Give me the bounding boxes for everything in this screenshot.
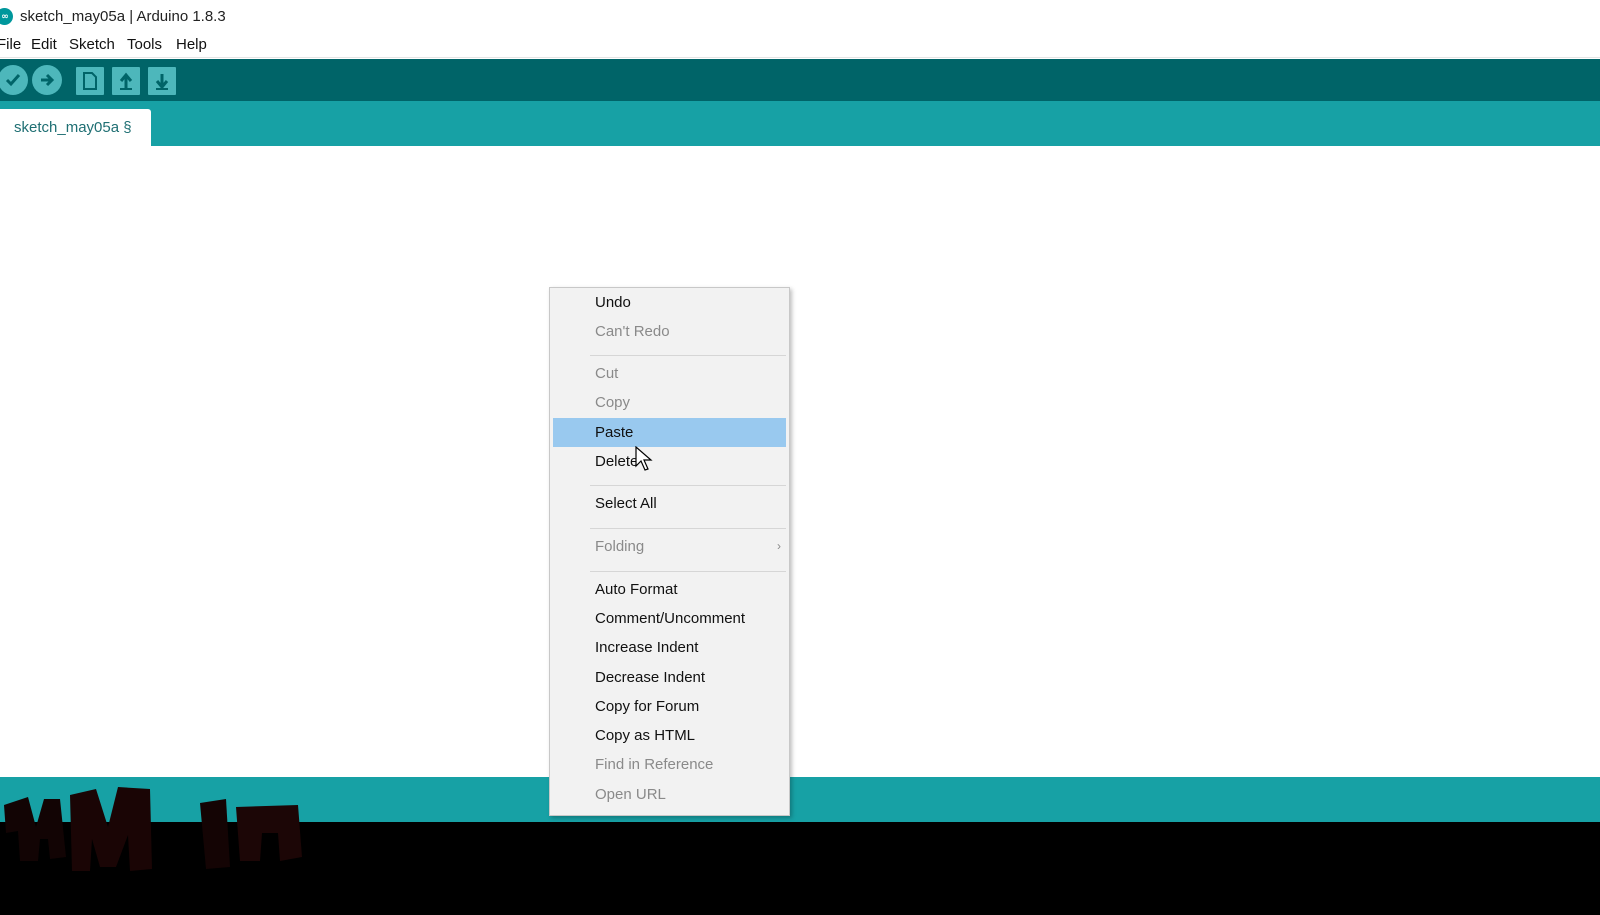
menu-item-undo[interactable]: Undo [553,288,786,317]
menu-separator [590,528,786,529]
verify-button[interactable] [0,65,28,95]
menu-item-label: Copy as HTML [595,727,696,744]
menu-edit[interactable]: Edit [31,36,57,53]
menu-item-select-all[interactable]: Select All [553,489,786,518]
menu-item-label: Increase Indent [595,639,699,656]
menu-item-label: Open URL [595,786,666,803]
menu-item-label: Undo [595,294,631,311]
save-button[interactable] [148,67,176,95]
menu-separator [590,355,786,356]
arrow-up-icon [119,72,133,90]
code-editor[interactable] [0,146,1600,777]
menu-item-label: Can't Redo [595,323,670,340]
menu-item-decrease-indent[interactable]: Decrease Indent [553,663,786,692]
menu-item-folding: Folding › [553,532,786,561]
menu-item-label: Copy for Forum [595,698,700,715]
menu-item-label: Auto Format [595,581,678,598]
menu-item-increase-indent[interactable]: Increase Indent [553,633,786,662]
menu-item-copy-as-html[interactable]: Copy as HTML [553,721,786,750]
new-file-icon [83,72,97,90]
menu-item-label: Decrease Indent [595,669,706,686]
menu-item-cant-redo: Can't Redo [553,317,786,346]
menu-help[interactable]: Help [176,36,207,53]
arrow-right-icon [41,73,55,87]
menu-item-comment-uncomment[interactable]: Comment/Uncomment [553,604,786,633]
menu-item-label: Delete [595,453,639,470]
check-icon [5,74,21,87]
menu-item-label: Paste [595,424,634,441]
menu-separator [590,571,786,572]
menu-item-find-in-reference: Find in Reference [553,750,786,779]
menu-item-delete[interactable]: Delete [553,447,786,476]
overlay-logo-graphic [4,787,302,871]
title-bar: ∞ sketch_may05a | Arduino 1.8.3 [0,0,1600,32]
menu-item-label: Select All [595,495,657,512]
menu-separator [590,485,786,486]
menu-item-label: Cut [595,365,619,382]
menu-item-copy: Copy [553,388,786,417]
menu-item-copy-for-forum[interactable]: Copy for Forum [553,692,786,721]
window-title: sketch_may05a | Arduino 1.8.3 [20,8,226,25]
open-button[interactable] [112,67,140,95]
menu-item-open-url: Open URL [553,780,786,809]
menu-item-label: Comment/Uncomment [595,610,746,627]
menu-item-cut: Cut [553,359,786,388]
menu-sketch[interactable]: Sketch [69,36,115,53]
menu-item-label: Folding [595,538,645,555]
context-menu: Undo Can't Redo Cut Copy Paste Delete Se… [549,287,790,816]
upload-button[interactable] [32,65,62,95]
menu-file[interactable]: File [0,36,21,53]
arduino-logo-icon: ∞ [0,8,13,25]
menu-item-paste[interactable]: Paste [553,418,786,447]
mouse-cursor-icon [635,446,653,471]
menu-item-auto-format[interactable]: Auto Format [553,575,786,604]
menu-item-label: Find in Reference [595,756,714,773]
chevron-right-icon: › [777,539,781,553]
new-button[interactable] [76,67,104,95]
toolbar [0,59,1600,101]
arrow-down-icon [155,74,169,90]
menu-tools[interactable]: Tools [127,36,162,53]
menu-item-label: Copy [595,394,631,411]
tab-sketch[interactable]: sketch_may05a § [0,109,151,146]
menu-bar: File Edit Sketch Tools Help [0,32,1600,58]
tab-bar: sketch_may05a § [0,101,1600,146]
